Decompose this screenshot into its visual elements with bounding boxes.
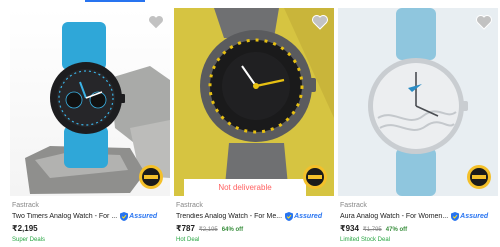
quality-badge-icon bbox=[138, 164, 164, 190]
price-row: ₹2,195 bbox=[12, 224, 38, 235]
wishlist-heart-icon[interactable] bbox=[146, 12, 166, 32]
assured-label: Assured bbox=[460, 213, 489, 220]
title-row: Trendies Analog Watch - For Me... Assure… bbox=[176, 211, 334, 222]
assured-badge: Assured bbox=[285, 212, 322, 221]
assured-badge: Assured bbox=[451, 212, 488, 221]
price-row: ₹787 ₹2,195 64% off bbox=[176, 224, 243, 235]
discount-percent: 64% off bbox=[221, 227, 244, 233]
quality-badge-icon bbox=[466, 164, 492, 190]
original-price: ₹2,195 bbox=[198, 227, 218, 233]
brand-name: Fastrack bbox=[340, 202, 367, 209]
wishlist-heart-icon[interactable] bbox=[474, 12, 494, 32]
assured-shield-icon bbox=[120, 212, 129, 221]
deal-label: Super Deals bbox=[12, 237, 46, 243]
price-row: ₹934 ₹1,795 47% off bbox=[340, 224, 407, 235]
product-title[interactable]: Trendies Analog Watch - For Me... bbox=[176, 213, 282, 220]
selling-price: ₹934 bbox=[340, 224, 359, 233]
deal-label: Limited Stock Deal bbox=[340, 237, 391, 243]
assured-label: Assured bbox=[294, 213, 323, 220]
wishlist-heart-icon[interactable] bbox=[310, 12, 330, 32]
assured-shield-icon bbox=[451, 212, 460, 221]
title-row: Aura Analog Watch - For Women... Assured bbox=[340, 211, 498, 222]
assured-shield-icon bbox=[285, 212, 294, 221]
discount-percent: 47% off bbox=[385, 227, 408, 233]
tab-indicator bbox=[85, 0, 145, 2]
product-grid: Fastrack Two Timers Analog Watch - For .… bbox=[0, 8, 500, 247]
product-card[interactable]: Fastrack Two Timers Analog Watch - For .… bbox=[10, 8, 170, 247]
product-card[interactable]: Fastrack Aura Analog Watch - For Women..… bbox=[338, 8, 498, 247]
selling-price: ₹787 bbox=[176, 224, 195, 233]
assured-badge: Assured bbox=[120, 212, 157, 221]
deal-label: Hot Deal bbox=[176, 237, 200, 243]
brand-name: Fastrack bbox=[12, 202, 39, 209]
product-card[interactable]: Not deliverable Fastrack Trendies Analog… bbox=[174, 8, 334, 247]
assured-label: Assured bbox=[129, 213, 158, 220]
not-deliverable-label: Not deliverable bbox=[184, 179, 306, 197]
quality-badge-icon bbox=[302, 164, 328, 190]
product-title[interactable]: Aura Analog Watch - For Women... bbox=[340, 213, 448, 220]
product-title[interactable]: Two Timers Analog Watch - For ... bbox=[12, 213, 117, 220]
title-row: Two Timers Analog Watch - For ... Assure… bbox=[12, 211, 170, 222]
selling-price: ₹2,195 bbox=[12, 224, 38, 233]
brand-name: Fastrack bbox=[176, 202, 203, 209]
original-price: ₹1,795 bbox=[362, 227, 382, 233]
